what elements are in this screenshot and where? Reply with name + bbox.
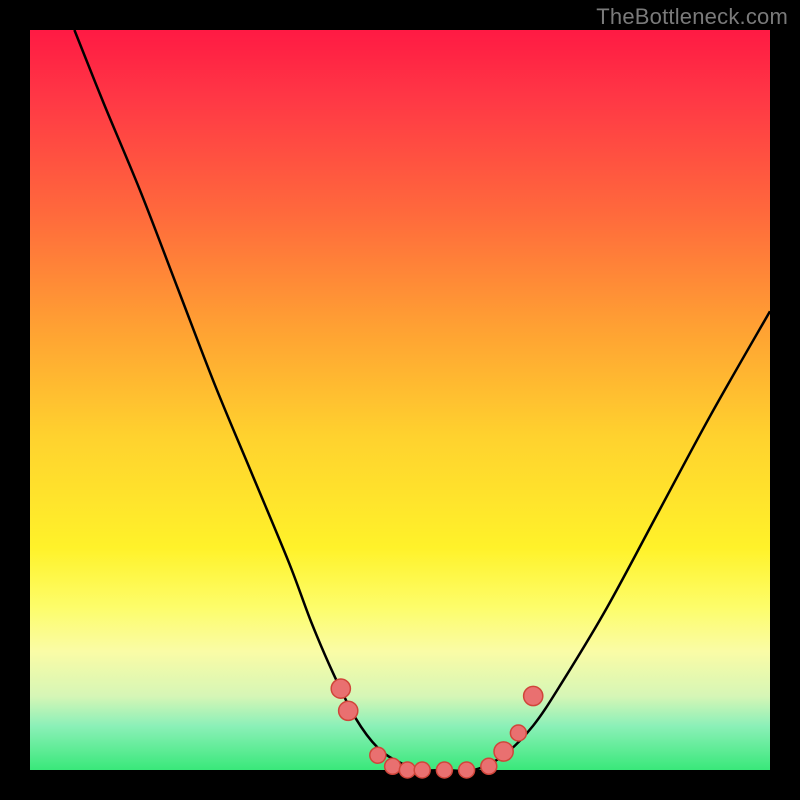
curve-marker (436, 762, 452, 778)
curve-marker (510, 725, 526, 741)
bottleneck-curve (74, 30, 770, 771)
watermark-text: TheBottleneck.com (596, 4, 788, 30)
curve-marker (459, 762, 475, 778)
curve-marker (524, 686, 543, 705)
curve-marker (399, 762, 415, 778)
curve-marker (481, 758, 497, 774)
curve-svg (30, 30, 770, 770)
curve-marker (370, 747, 386, 763)
curve-marker (331, 679, 350, 698)
curve-marker (494, 742, 513, 761)
curve-marker (414, 762, 430, 778)
curve-marker (385, 758, 401, 774)
plot-area (30, 30, 770, 770)
curve-marker (339, 701, 358, 720)
chart-frame: TheBottleneck.com (0, 0, 800, 800)
